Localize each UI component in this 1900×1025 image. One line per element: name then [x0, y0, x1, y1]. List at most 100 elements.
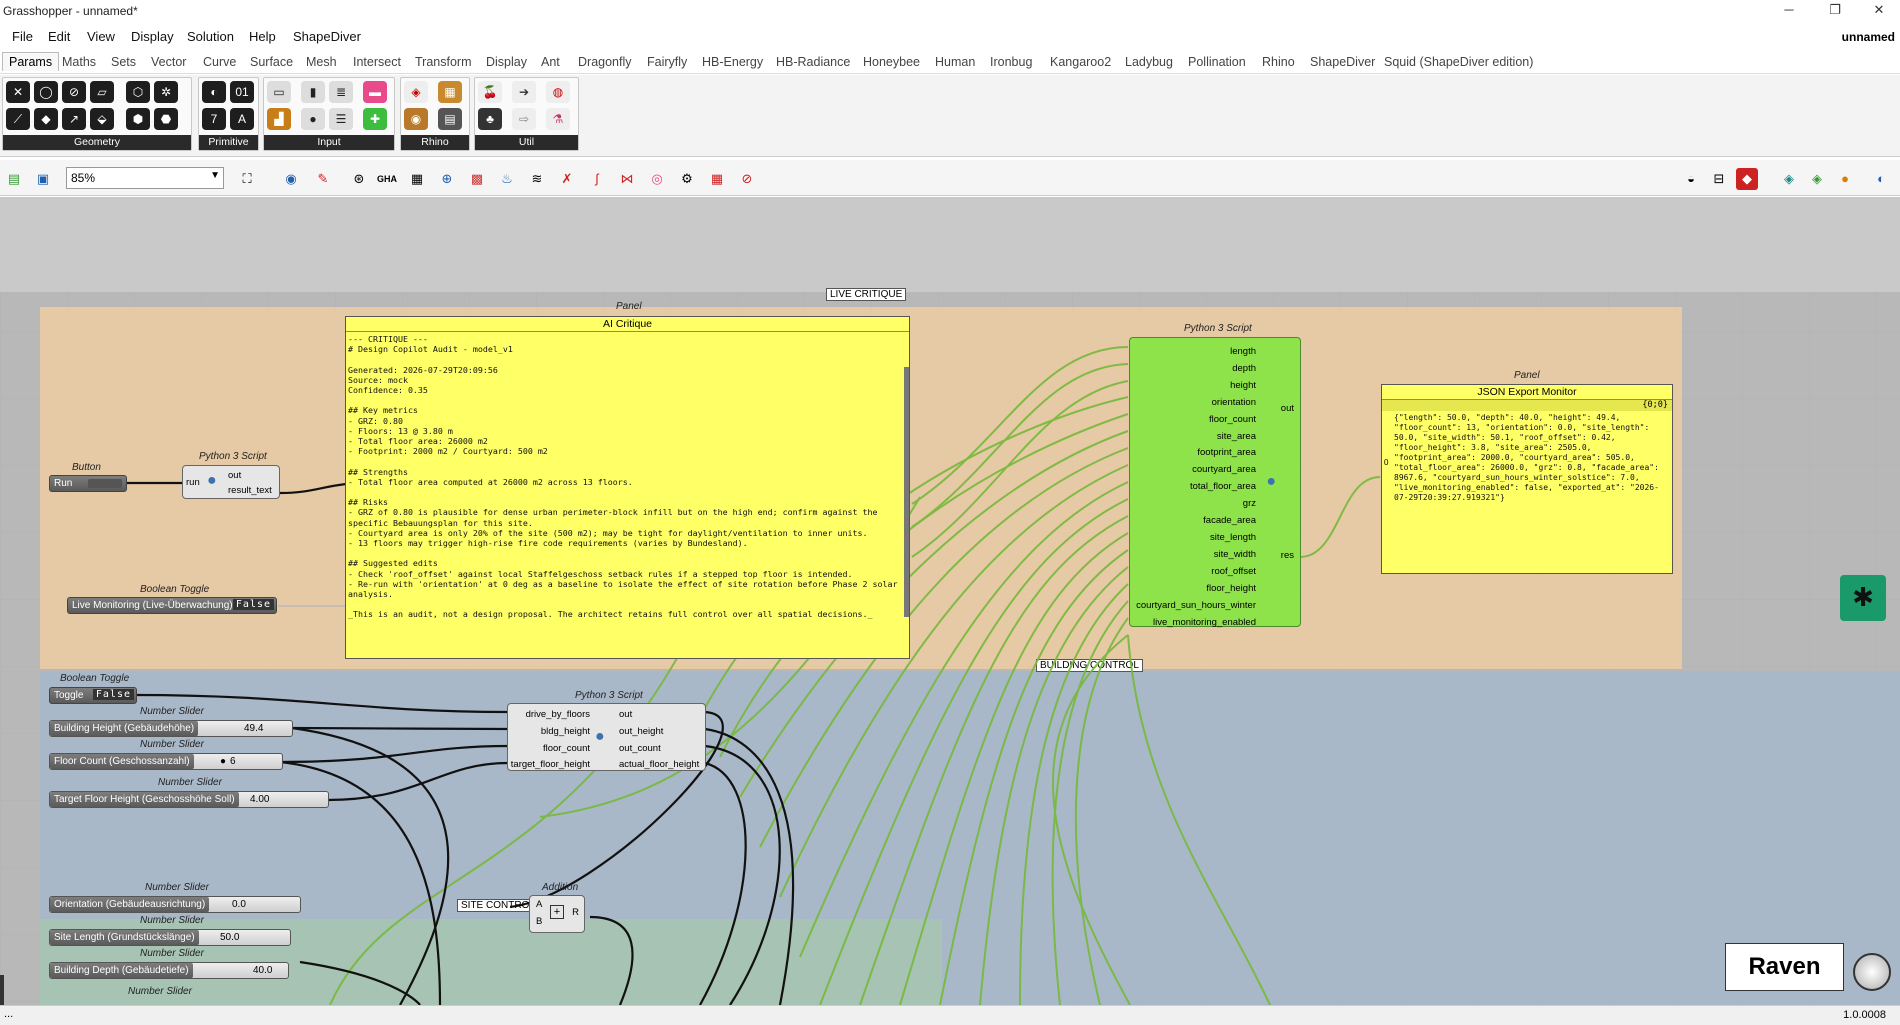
globe-icon[interactable]: ◐	[1870, 168, 1892, 190]
input-orientation[interactable]: orientation	[1136, 395, 1256, 412]
input-courtyard-area[interactable]: courtyard_area	[1136, 462, 1256, 479]
output-result-text[interactable]: result_text	[228, 485, 272, 496]
input-total-floor-area[interactable]: total_floor_area	[1136, 479, 1256, 496]
input-length[interactable]: length	[1136, 344, 1256, 361]
shaded-preview-icon[interactable]: ◒	[1680, 168, 1702, 190]
menu-solution[interactable]: Solution	[187, 29, 234, 44]
ai-critique-panel[interactable]: AI Critique --- CRITIQUE --- # Design Co…	[345, 316, 910, 659]
tab-mesh[interactable]: Mesh	[306, 55, 337, 69]
tab-ladybug[interactable]: Ladybug	[1125, 55, 1173, 69]
drive-by-floors-toggle[interactable]: Toggle False	[49, 687, 137, 704]
mesh-quality-icon[interactable]: ◈	[1806, 168, 1828, 190]
python-building-component[interactable]: drive_by_floors bldg_height floor_count …	[507, 703, 706, 771]
input-footprint-area[interactable]: footprint_area	[1136, 445, 1256, 462]
maximize-button[interactable]: ❐	[1812, 0, 1858, 22]
toggle-value[interactable]: False	[92, 689, 134, 700]
wire-hook-icon[interactable]: ʃ	[586, 168, 608, 190]
output-out[interactable]: out	[619, 707, 699, 724]
menu-edit[interactable]: Edit	[48, 29, 70, 44]
input-depth[interactable]: depth	[1136, 361, 1256, 378]
tab-ant[interactable]: Ant	[541, 55, 560, 69]
input-facade-area[interactable]: facade_area	[1136, 513, 1256, 530]
input-site-area[interactable]: site_area	[1136, 429, 1256, 446]
cherry-icon[interactable]: 🍒	[478, 81, 502, 103]
menu-view[interactable]: View	[87, 29, 115, 44]
mesh-param-icon[interactable]: ▱	[90, 81, 114, 103]
tab-hb-radiance[interactable]: HB-Radiance	[776, 55, 850, 69]
knob-component-icon[interactable]: ●	[301, 108, 325, 130]
flask-icon[interactable]: ⚗	[546, 108, 570, 130]
python-run-component[interactable]: run ● out result_text	[182, 465, 280, 499]
canvas-preview-icon[interactable]: ▦	[406, 168, 428, 190]
tab-params[interactable]: Params	[2, 52, 60, 71]
tree-icon[interactable]: ♣	[478, 108, 502, 130]
geometry-param-icon[interactable]: ✲	[154, 81, 178, 103]
input-height[interactable]: height	[1136, 378, 1256, 395]
arrow-outline-icon[interactable]: ⇨	[512, 108, 536, 130]
integer-param-icon[interactable]: 01	[230, 81, 254, 103]
live-monitoring-value[interactable]: False	[232, 599, 274, 610]
input-bldg-height[interactable]: bldg_height	[511, 724, 590, 741]
plane-param-icon[interactable]: ◆	[34, 108, 58, 130]
tab-hb-energy[interactable]: HB-Energy	[702, 55, 763, 69]
tab-honeybee[interactable]: Honeybee	[863, 55, 920, 69]
menu-display[interactable]: Display	[131, 29, 174, 44]
tab-pollination[interactable]: Pollination	[1188, 55, 1246, 69]
tab-maths[interactable]: Maths	[62, 55, 96, 69]
box-param-icon[interactable]: ⬙	[90, 108, 114, 130]
point-param-icon[interactable]: ✕	[6, 81, 30, 103]
close-button[interactable]: ✕	[1856, 0, 1900, 22]
slider-value[interactable]: 50.0	[220, 932, 239, 943]
json-export-monitor-panel[interactable]: JSON Export Monitor {0;0} 0 {"length": 5…	[1381, 384, 1673, 574]
input-grz[interactable]: grz	[1136, 496, 1256, 513]
output-height[interactable]: out_height	[619, 724, 699, 741]
tab-shapediver[interactable]: ShapeDiver	[1310, 55, 1375, 69]
input-site-width[interactable]: site_width	[1136, 547, 1256, 564]
bake-icon[interactable]: ▩	[466, 168, 488, 190]
group-param-icon[interactable]: ⬣	[154, 108, 178, 130]
panel-scrollbar[interactable]	[904, 367, 909, 617]
selected-preview-icon[interactable]: ◆	[1736, 168, 1758, 190]
wire-display-icon[interactable]: ≋	[526, 168, 548, 190]
merge-wires-icon[interactable]: ⋈	[616, 168, 638, 190]
slider-handle-icon[interactable]: ●	[220, 756, 226, 767]
tab-rhino[interactable]: Rhino	[1262, 55, 1295, 69]
menu-file[interactable]: File	[12, 29, 33, 44]
addition-component[interactable]: A B + R	[529, 895, 585, 933]
output-out[interactable]: out	[228, 470, 241, 481]
floor-count-slider[interactable]: Floor Count (Geschossanzahl) ● 6	[49, 753, 283, 770]
slider-value[interactable]: 49.4	[244, 723, 263, 734]
tab-curve[interactable]: Curve	[203, 55, 236, 69]
site-length-slider[interactable]: Site Length (Grundstückslänge) 50.0	[49, 929, 291, 946]
document-preview-icon[interactable]: ◈	[1778, 168, 1800, 190]
python-big-component[interactable]: length depth height orientation floor_co…	[1129, 337, 1301, 628]
slider-value[interactable]: 40.0	[253, 965, 272, 976]
output-out[interactable]: out	[1281, 403, 1294, 414]
vector-param-icon[interactable]: ↗	[62, 108, 86, 130]
slider-value[interactable]: 6	[230, 756, 236, 767]
surface-param-icon[interactable]: ⬢	[126, 108, 150, 130]
rhino-material-icon[interactable]: ▤	[438, 108, 462, 130]
disable-wire-icon[interactable]: ✗	[556, 168, 578, 190]
input-floor-count[interactable]: floor_count	[1136, 412, 1256, 429]
input-floor-height[interactable]: floor_height	[1136, 581, 1256, 598]
tab-squid[interactable]: Squid (ShapeDiver edition)	[1384, 55, 1533, 69]
input-live-monitoring[interactable]: live_monitoring_enabled	[1136, 615, 1256, 632]
building-height-slider[interactable]: Building Height (Gebäudehöhe) 49.4	[49, 720, 293, 737]
minimize-button[interactable]: ─	[1766, 0, 1812, 22]
cluster-icon[interactable]: ◍	[546, 81, 570, 103]
material-preview-icon[interactable]: ●	[1834, 168, 1856, 190]
tab-surface[interactable]: Surface	[250, 55, 293, 69]
navigation-dial-icon[interactable]	[1853, 953, 1891, 991]
input-drive-by-floors[interactable]: drive_by_floors	[511, 707, 590, 724]
slider-value[interactable]: 4.00	[250, 794, 269, 805]
menu-help[interactable]: Help	[249, 29, 276, 44]
input-target-floor-height[interactable]: target_floor_height	[511, 757, 590, 774]
toggle-component-icon[interactable]: ▮	[301, 81, 325, 103]
boolean-param-icon[interactable]: ◐	[202, 81, 226, 103]
save-file-icon[interactable]: ▣	[32, 168, 54, 190]
run-button[interactable]: Run	[49, 475, 127, 492]
rhino-layer-icon[interactable]: ◉	[404, 108, 428, 130]
find-icon[interactable]: ⊕	[436, 168, 458, 190]
tab-intersect[interactable]: Intersect	[353, 55, 401, 69]
